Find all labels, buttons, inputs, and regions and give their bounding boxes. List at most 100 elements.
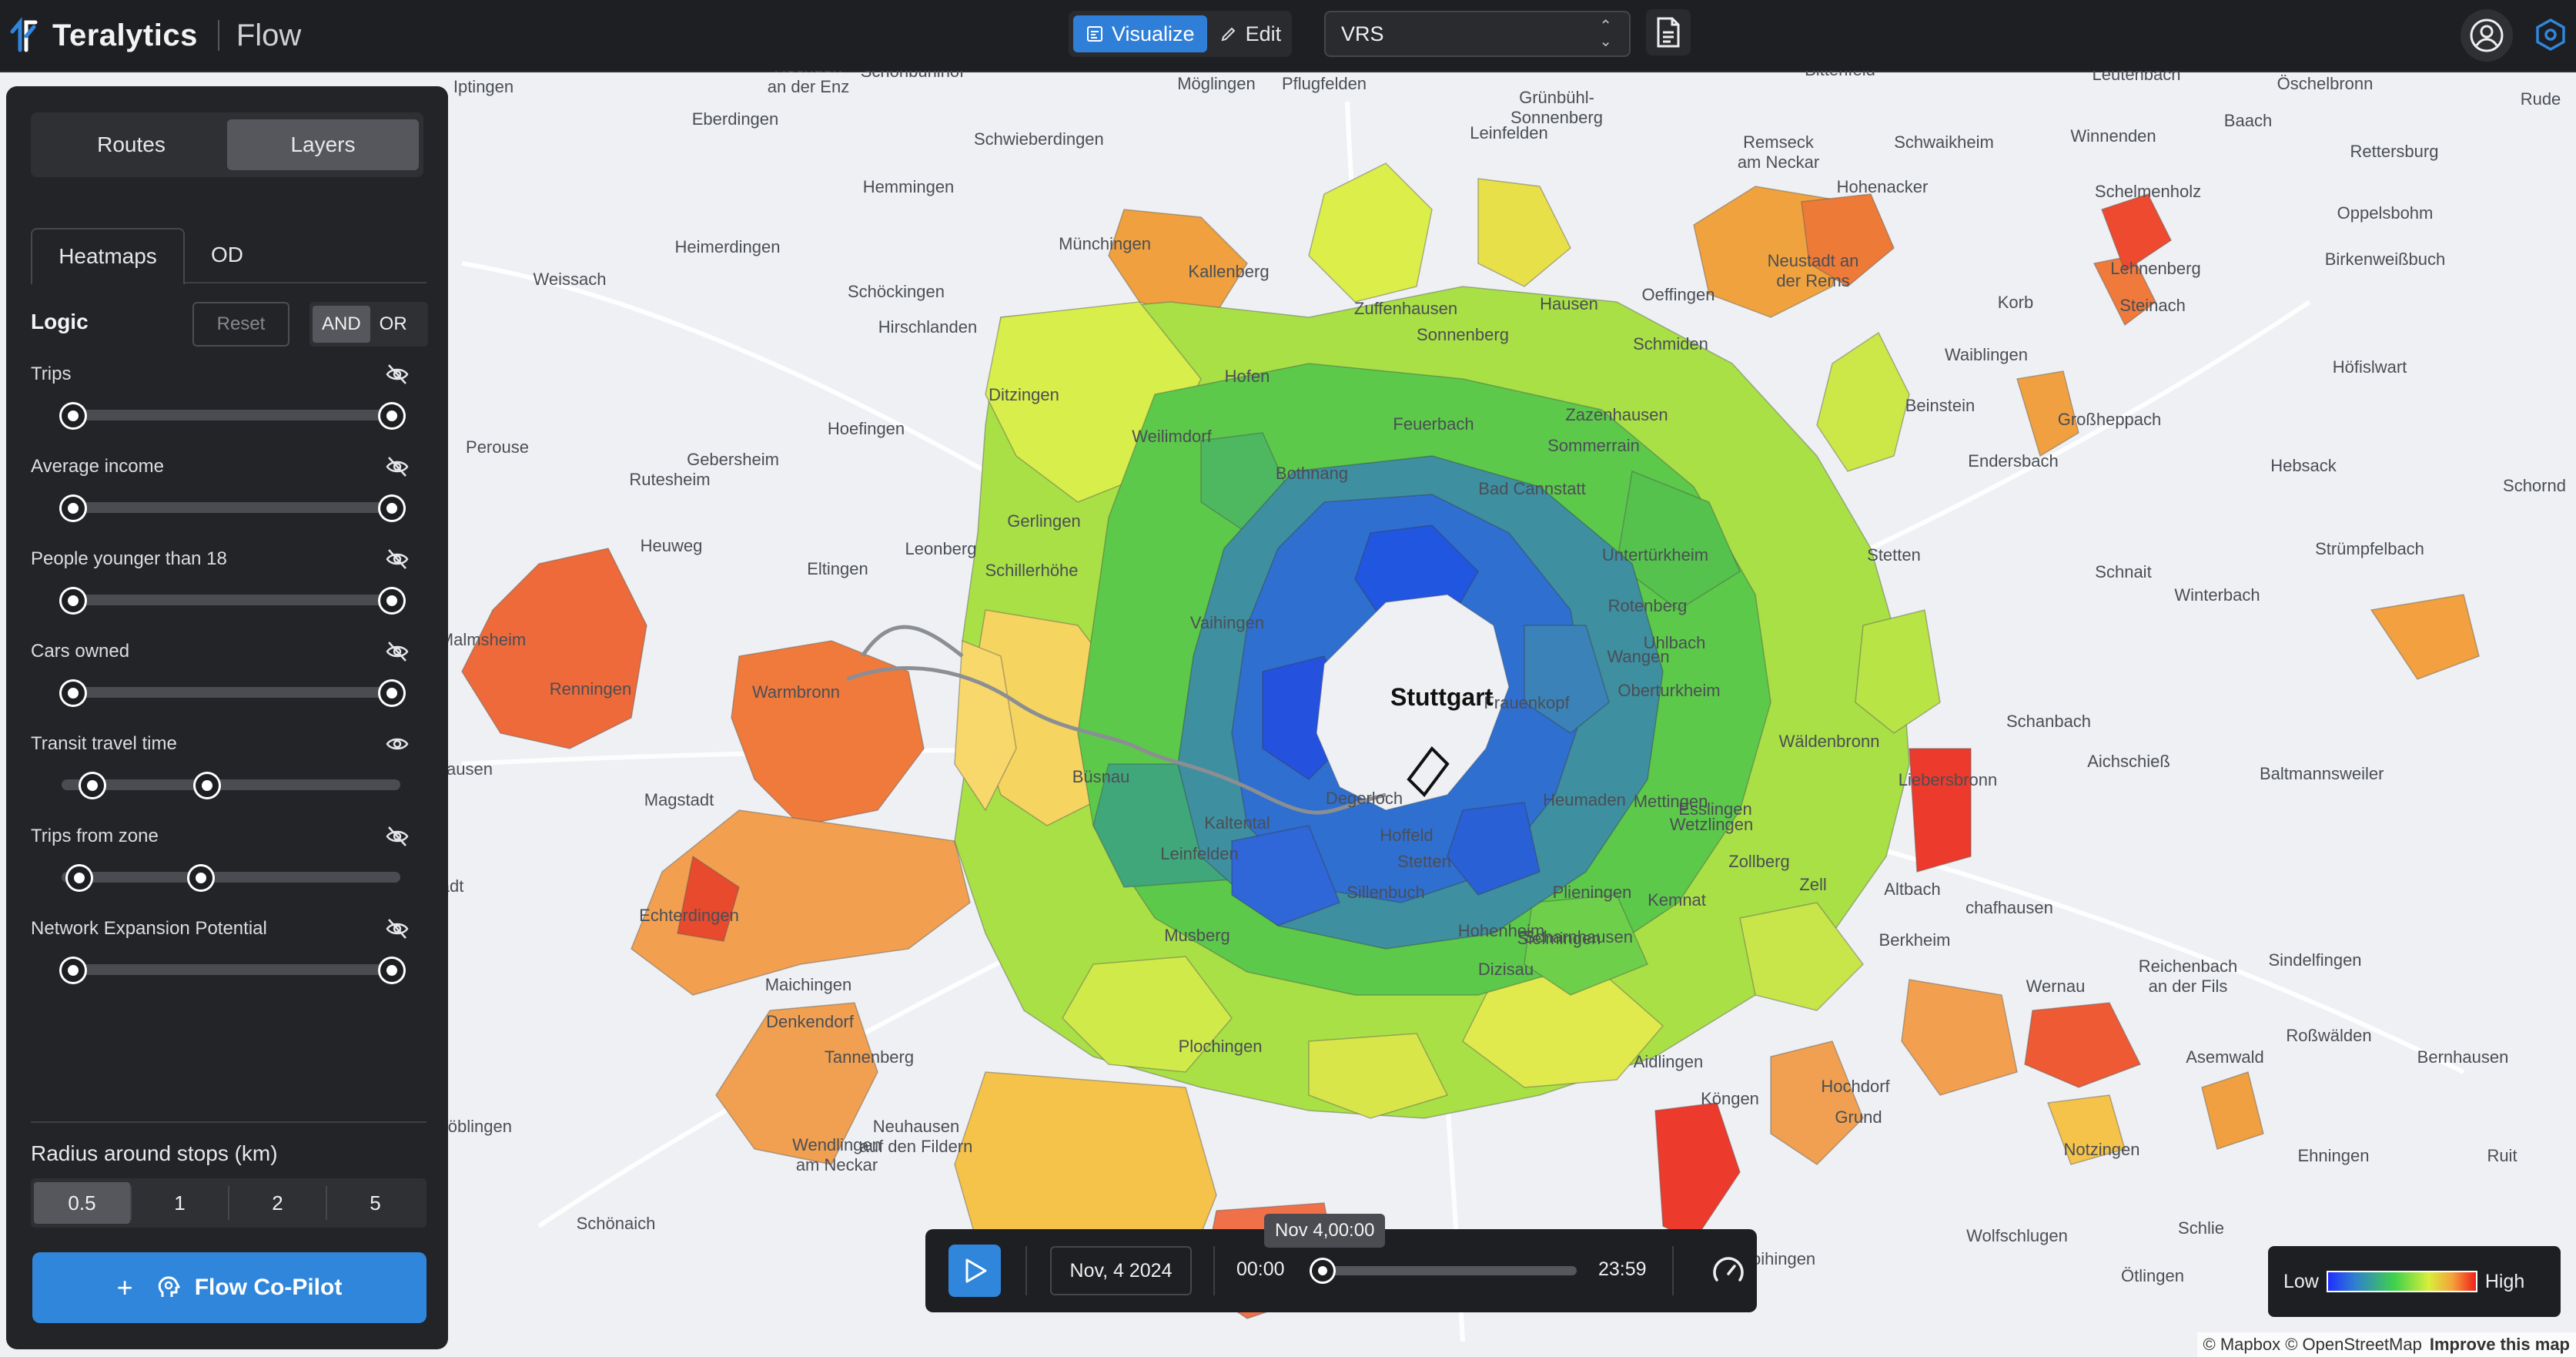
place-label: Sonnenberg bbox=[1417, 325, 1509, 344]
filter-slider-track[interactable] bbox=[62, 502, 400, 513]
map-attribution: © Mapbox © OpenStreetMap Improve this ma… bbox=[2196, 1332, 2576, 1357]
place-label: Schnait bbox=[2095, 562, 2152, 581]
visualize-mode-button[interactable]: Visualize bbox=[1073, 15, 1207, 52]
filter-row: Transit travel time bbox=[31, 732, 410, 818]
place-label: Musberg bbox=[1164, 926, 1230, 945]
place-label: Strümpfelbach bbox=[2315, 539, 2424, 558]
edit-mode-button[interactable]: Edit bbox=[1207, 15, 1294, 52]
place-label: Ruit bbox=[2487, 1146, 2517, 1165]
place-label: Hirschlanden bbox=[878, 317, 978, 337]
place-label: Pflugfelden bbox=[1281, 74, 1367, 93]
brand-name: Teralytics bbox=[52, 18, 198, 52]
place-label: Warmbronn bbox=[751, 682, 841, 702]
filter-label: Network Expansion Potential bbox=[31, 918, 267, 939]
filter-slider-max-knob[interactable] bbox=[195, 774, 219, 797]
place-label: Lehnenberg bbox=[2110, 259, 2201, 278]
radius-option-5[interactable]: 5 bbox=[327, 1182, 423, 1224]
filter-slider-max-knob[interactable] bbox=[380, 589, 403, 612]
filter-slider-max-knob[interactable] bbox=[380, 497, 403, 520]
mode-switch: Visualize Edit bbox=[1069, 11, 1292, 57]
filter-slider-max-knob[interactable] bbox=[189, 866, 212, 890]
filter-slider-track[interactable] bbox=[62, 872, 400, 883]
logic-or-button[interactable]: OR bbox=[370, 306, 417, 343]
filter-slider-track[interactable] bbox=[62, 779, 400, 790]
place-label: Schanbach bbox=[2006, 712, 2092, 731]
place-label: Bothnang bbox=[1275, 464, 1349, 483]
radius-option-0-5[interactable]: 0.5 bbox=[34, 1182, 130, 1224]
eye-off-icon[interactable] bbox=[385, 454, 410, 479]
place-label: Gebersheim bbox=[687, 450, 779, 469]
reset-button[interactable]: Reset bbox=[192, 302, 289, 347]
time-slider-knob[interactable] bbox=[1312, 1260, 1333, 1282]
place-label: Aichschieß bbox=[2087, 752, 2170, 771]
place-label: Baach bbox=[2223, 111, 2273, 130]
heatmap-legend: Low High bbox=[2268, 1246, 2561, 1317]
radius-options: 0.5 1 2 5 bbox=[31, 1178, 427, 1228]
filter-slider-max-knob[interactable] bbox=[380, 682, 403, 705]
improve-map-link[interactable]: Improve this map bbox=[2430, 1335, 2570, 1355]
radius-option-2[interactable]: 2 bbox=[229, 1182, 326, 1224]
place-label: Leinfelden bbox=[1470, 123, 1548, 142]
place-label: Renningen bbox=[549, 679, 632, 699]
flow-copilot-button[interactable]: + Flow Co-Pilot bbox=[32, 1252, 427, 1323]
play-button[interactable] bbox=[948, 1245, 1001, 1297]
layers-panel: Routes Layers Heatmaps OD Logic Reset AN… bbox=[6, 86, 448, 1349]
place-label: Beinstein bbox=[1905, 396, 1975, 415]
plus-icon: + bbox=[116, 1272, 133, 1303]
logic-and-button[interactable]: AND bbox=[313, 306, 370, 343]
updown-caret-icon: ⌃ ⌄ bbox=[1599, 18, 1612, 50]
place-label: Remseck am Neckar bbox=[1737, 132, 1820, 172]
place-label: Schornd bbox=[2503, 476, 2566, 495]
eye-off-icon[interactable] bbox=[385, 639, 410, 664]
filter-slider-min-knob[interactable] bbox=[62, 959, 85, 982]
eye-icon[interactable] bbox=[385, 732, 410, 756]
filter-slider-min-knob[interactable] bbox=[68, 866, 92, 890]
filter-slider-track[interactable] bbox=[62, 964, 400, 975]
eye-off-icon[interactable] bbox=[385, 362, 410, 387]
region-select[interactable]: VRS ⌃ ⌄ bbox=[1324, 11, 1631, 57]
filter-slider-max-knob[interactable] bbox=[380, 404, 403, 427]
filter-slider-max-knob[interactable] bbox=[380, 959, 403, 982]
filter-slider-min-knob[interactable] bbox=[62, 682, 85, 705]
place-label: Rutesheim bbox=[629, 470, 711, 489]
filter-slider-track[interactable] bbox=[62, 687, 400, 698]
place-label: Asemwald bbox=[2186, 1047, 2264, 1067]
eye-off-icon[interactable] bbox=[385, 824, 410, 849]
time-slider-track[interactable] bbox=[1323, 1266, 1577, 1275]
tab-routes[interactable]: Routes bbox=[35, 119, 227, 170]
place-label: Hausen bbox=[1540, 294, 1598, 313]
filter-slider-track[interactable] bbox=[62, 595, 400, 605]
document-button[interactable] bbox=[1646, 9, 1691, 55]
place-label: Vaihingen bbox=[1189, 613, 1265, 632]
tab-od[interactable]: OD bbox=[185, 228, 269, 282]
place-label: Perouse bbox=[466, 437, 529, 457]
filter-slider-track[interactable] bbox=[62, 410, 400, 421]
place-label: Hebsack bbox=[2270, 456, 2337, 475]
eye-off-icon[interactable] bbox=[385, 916, 410, 941]
filter-slider-min-knob[interactable] bbox=[62, 497, 85, 520]
tab-layers[interactable]: Layers bbox=[227, 119, 419, 170]
brand[interactable]: Teralytics Flow bbox=[8, 11, 301, 60]
filter-row: Trips bbox=[31, 362, 410, 448]
place-label: Grünbühl- Sonnenberg bbox=[1510, 88, 1603, 127]
place-label: Gerlingen bbox=[1007, 511, 1081, 531]
place-label: Baltmannsweiler bbox=[2260, 764, 2384, 783]
date-picker[interactable]: Nov, 4 2024 bbox=[1050, 1246, 1192, 1295]
place-label: Oppelsbohm bbox=[2337, 203, 2434, 223]
radius-option-1[interactable]: 1 bbox=[132, 1182, 228, 1224]
filter-label: Transit travel time bbox=[31, 733, 177, 754]
place-label: Wäldenbronn bbox=[1778, 732, 1880, 751]
tab-heatmaps[interactable]: Heatmaps bbox=[31, 228, 185, 285]
user-button[interactable] bbox=[2461, 9, 2513, 62]
legend-low: Low bbox=[2283, 1270, 2319, 1292]
place-label: Neustadt an der Rems bbox=[1767, 251, 1859, 290]
attribution-text: © Mapbox © OpenStreetMap bbox=[2203, 1335, 2422, 1354]
eye-off-icon[interactable] bbox=[385, 547, 410, 571]
speedometer-icon[interactable] bbox=[1711, 1254, 1746, 1289]
filter-slider-min-knob[interactable] bbox=[80, 774, 104, 797]
settings-button[interactable] bbox=[2531, 15, 2570, 54]
place-label: Bernhausen bbox=[2417, 1047, 2509, 1067]
filter-slider-min-knob[interactable] bbox=[62, 589, 85, 612]
filter-slider-min-knob[interactable] bbox=[62, 404, 85, 427]
place-label: Sillenbuch bbox=[1347, 883, 1425, 902]
